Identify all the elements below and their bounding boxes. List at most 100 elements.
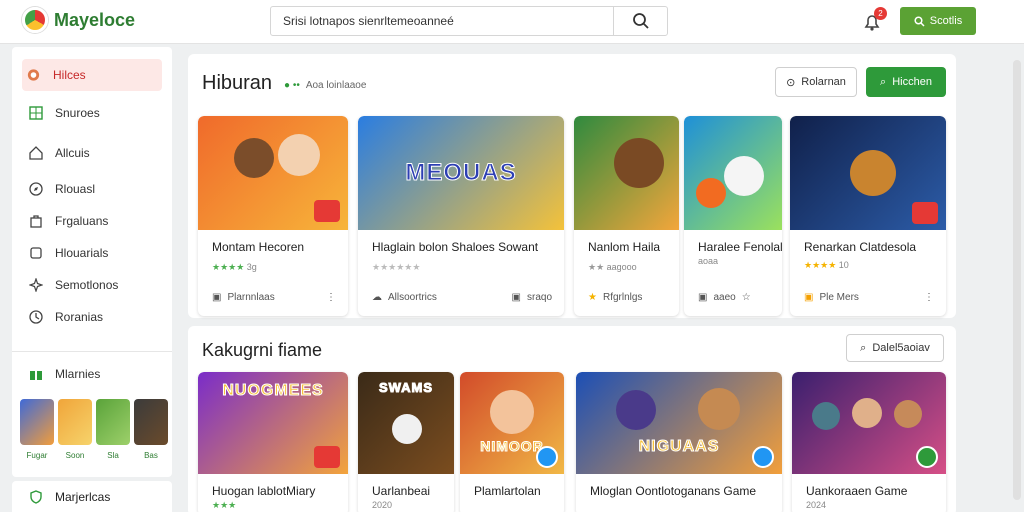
doc-icon: ▣ <box>511 292 521 303</box>
mini-app[interactable]: Soon <box>58 399 92 471</box>
game-card[interactable]: Montam Hecoren ★★★★ 3g ▣ Plarnnlaas ⋮ <box>198 116 348 316</box>
game-thumbnail: NUOGMEES <box>198 372 348 474</box>
sidebar-item-semotlonos[interactable]: Semotlonos <box>12 269 172 301</box>
sidebar-item-allcuis[interactable]: Allcuis <box>12 137 172 169</box>
search-icon <box>632 13 649 29</box>
search-icon: ⌕ <box>880 75 887 88</box>
top-bar: Mayeloce 2 Scotlis <box>0 0 1024 44</box>
doc-icon: ▣ <box>212 292 222 303</box>
game-title: Nanlom Haila <box>588 240 661 254</box>
game-thumbnail: NIGUAAS <box>576 372 782 474</box>
card-footer: ★ Rfgrlnlgs <box>588 292 667 303</box>
gift-icon <box>28 367 43 382</box>
button-label: Hicchen <box>892 76 932 88</box>
sidebar-item-label: Mlarnies <box>55 367 101 381</box>
sidebar-item-bottom[interactable]: Marjerlcas <box>12 481 172 512</box>
sidebar-item-snuroes[interactable]: Snuroes <box>12 97 172 129</box>
grid-icon <box>28 106 43 121</box>
search-icon <box>914 15 925 27</box>
page-scrollbar[interactable] <box>1013 60 1021 500</box>
game-thumbnail: MEOUAS <box>358 116 564 230</box>
section-title: Hiburan <box>202 72 273 94</box>
game-card[interactable]: Nanlom Haila ★★ aagooo ★ Rfgrlnlgs <box>574 116 679 316</box>
game-card[interactable]: NIMOOR Plamlartolan <box>460 372 564 512</box>
footer-label: aaeo <box>713 292 736 303</box>
section-outline-button[interactable]: ⊙ Rolarnan <box>775 67 857 97</box>
game-thumbnail-text: SWAMS <box>378 380 434 396</box>
more-icon[interactable]: ⋮ <box>326 292 336 303</box>
sidebar-item-label: Semotlonos <box>55 278 119 292</box>
breadcrumb: ● •• Aoa loinlaaoe <box>284 80 366 91</box>
game-card[interactable]: NIGUAAS Mloglan Oontlotoganans Game <box>576 372 782 512</box>
dot-icon: ● •• <box>284 80 300 91</box>
mini-app[interactable]: Bas <box>134 399 168 471</box>
clock-icon <box>28 310 43 325</box>
section-games: Kakugrni fiame ⌕ Dalel5aoiav NUOGMEES Hu… <box>188 326 956 512</box>
sidebar-item-label: Snuroes <box>55 106 100 120</box>
game-card[interactable]: Renarkan Clatdesola ★★★★ 10 ▣ Ple Mers ⋮ <box>790 116 946 316</box>
game-meta: 2020 <box>372 500 393 510</box>
sidebar-item-label: Marjerlcas <box>55 489 111 504</box>
game-title: Renarkan Clatdesola <box>804 240 917 254</box>
more-icon[interactable]: ⋮ <box>924 292 934 303</box>
game-badge <box>314 200 340 222</box>
square-icon <box>28 246 43 261</box>
game-thumbnail: SWAMS <box>358 372 454 474</box>
info-icon: ⊙ <box>786 76 796 89</box>
game-badge <box>912 202 938 224</box>
search-input[interactable] <box>271 7 613 35</box>
game-rating: ★★★★ 10 <box>804 260 849 270</box>
cloud-icon: ☁ <box>372 292 382 303</box>
sidebar-item-frgaluans[interactable]: Frgaluans <box>12 205 172 237</box>
mini-app[interactable]: Fugar <box>20 399 54 471</box>
game-card[interactable]: Uankoraaen Game 2024 <box>792 372 946 512</box>
game-card[interactable]: SWAMS Uarlanbeai 2020 <box>358 372 454 512</box>
game-rating: ★★★★ 3g <box>212 262 257 272</box>
game-card[interactable]: Haralee Fenolale aoaa ▣ aaeo ☆ <box>684 116 782 316</box>
bookmark-icon: ▣ <box>804 292 814 303</box>
game-card[interactable]: NUOGMEES Huogan lablotMiary ★★★ <box>198 372 348 512</box>
search-bar <box>270 6 668 36</box>
game-title: Montam Hecoren <box>212 240 305 254</box>
mini-app-thumbnail <box>58 399 92 445</box>
mini-app-thumbnail <box>134 399 168 445</box>
game-title: Mloglan Oontlotoganans Game <box>590 484 757 498</box>
game-badge <box>314 446 340 468</box>
game-thumbnail <box>198 116 348 230</box>
sidebar-divider <box>12 351 172 352</box>
game-thumbnail <box>574 116 679 230</box>
mini-app[interactable]: Sla <box>96 399 130 471</box>
house-icon <box>28 146 43 161</box>
sidebar-item-roranias[interactable]: Roranias <box>12 301 172 333</box>
game-card[interactable]: MEOUAS Hlaglain bolon Shaloes Sowant ★★★… <box>358 116 564 316</box>
home-icon <box>26 68 41 83</box>
game-title: Plamlartolan <box>474 484 541 498</box>
sidebar-item-hlouarials[interactable]: Hlouarials <box>12 237 172 269</box>
game-title: Uarlanbeai <box>372 484 431 498</box>
footer-label: Allsoortrics <box>388 292 437 303</box>
header-action-label: Scotlis <box>929 15 963 27</box>
card-footer: ☁ Allsoortrics ▣ sraqo <box>372 292 552 303</box>
game-badge <box>536 446 558 468</box>
game-thumbnail: NIMOOR <box>460 372 564 474</box>
card-footer: ▣ aaeo ☆ <box>698 292 770 303</box>
sidebar-item-rlouasl[interactable]: Rlouasl <box>12 173 172 205</box>
mini-app-label: Sla <box>107 451 119 460</box>
search-button[interactable] <box>613 7 667 35</box>
breadcrumb-text: Aoa loinlaaoe <box>305 80 367 91</box>
section-featured: Hiburan ● •• Aoa loinlaaoe ⊙ Rolarnan ⌕ … <box>188 54 956 318</box>
sidebar-item-hilces[interactable]: Hilces <box>22 59 162 91</box>
section-outline-button[interactable]: ⌕ Dalel5aoiav <box>846 334 944 362</box>
sidebar-item-featured[interactable]: Mlarnies <box>12 358 172 390</box>
header-action-button[interactable]: Scotlis <box>900 7 976 35</box>
brand-name: Mayeloce <box>54 9 136 30</box>
doc-icon: ▣ <box>698 292 708 303</box>
brand-logo[interactable]: Mayeloce <box>22 7 135 33</box>
mini-app-strip: Fugar Soon Sla Bas <box>12 395 172 475</box>
footer-extra: sraqo <box>526 292 552 303</box>
game-rating: aoaa <box>698 256 719 266</box>
game-badge <box>916 446 938 468</box>
search-icon: ⌕ <box>860 341 867 354</box>
section-primary-button[interactable]: ⌕ Hicchen <box>866 67 946 97</box>
notification-button[interactable]: 2 <box>860 7 887 34</box>
